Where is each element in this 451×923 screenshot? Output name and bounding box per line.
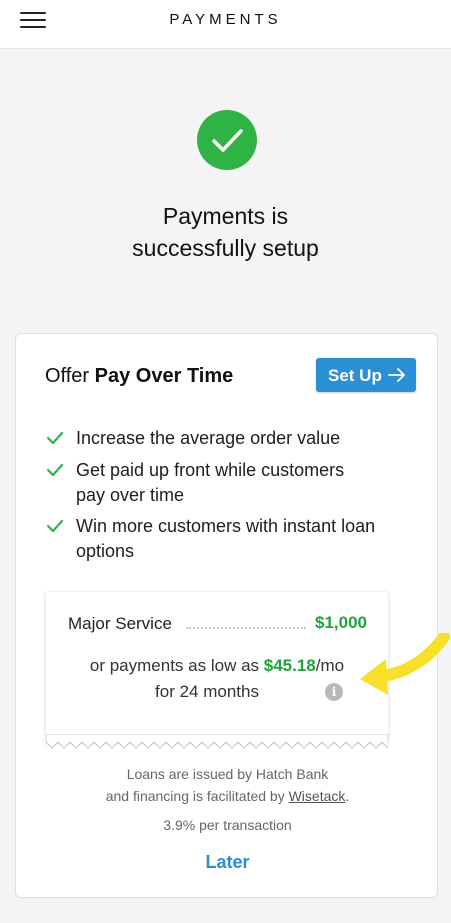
transaction-fee: 3.9% per transaction [163,817,292,833]
later-link[interactable]: Later [16,852,439,873]
pay-over-time-card: Offer Pay Over Time Set Up Increase the … [15,333,438,898]
service-label: Major Service [68,614,172,633]
loan-term: for 24 months [155,682,259,701]
checkmark-circle-icon [197,110,257,170]
check-icon [46,519,64,533]
check-icon [46,431,64,445]
check-icon [46,463,64,477]
loan-disclaimer: Loans are issued by Hatch Bank and finan… [105,766,350,804]
info-icon[interactable]: i [325,683,343,701]
monthly-payment-text: or payments as low as $45.18/mo [89,656,345,675]
offer-heading: Offer Pay Over Time [45,365,234,387]
app-header: PAYMENTS [0,0,451,49]
success-title: Payments is successfully setup [132,203,319,261]
set-up-button[interactable]: Set Up [316,358,416,392]
receipt-preview: Major Service $1,000 or payments as low … [46,592,388,742]
wisetack-link[interactable]: Wisetack [289,788,346,804]
page-title: PAYMENTS [169,11,282,28]
receipt-zigzag-edge [46,734,388,749]
arrow-right-icon [388,368,405,382]
dotted-leader [186,627,306,629]
service-price: $1,000 [315,613,367,632]
yellow-arrow-icon [360,633,450,695]
